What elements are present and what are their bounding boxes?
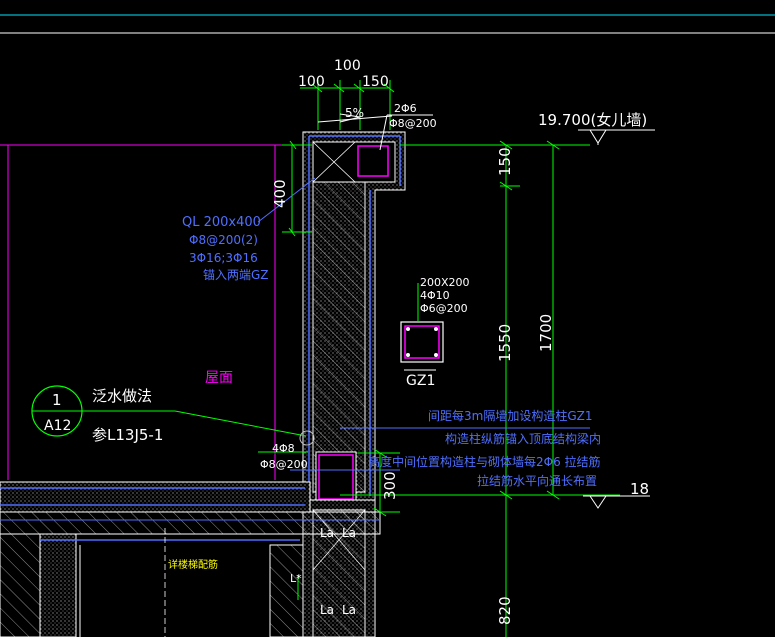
waterproof-ref: 参L13J5-1 — [92, 426, 163, 444]
dim-top-100b: 100 — [334, 58, 361, 74]
la-d: La — [342, 603, 356, 617]
dim-1700: 1700 — [537, 314, 555, 352]
dim-top-100a: 100 — [298, 74, 325, 90]
cad-canvas[interactable]: 100 100 150 5% 2Φ6 Φ8@200 19.700(女儿墙) 18… — [0, 0, 775, 637]
cad-drawing: 100 100 150 5% 2Φ6 Φ8@200 19.700(女儿墙) 18… — [0, 14, 775, 637]
note-line1: 间距每3m隔墙加设构造柱GZ1 — [428, 408, 592, 423]
ql-line3: 3Φ16;3Φ16 — [189, 251, 258, 265]
slope-text: 5% — [345, 106, 364, 120]
callout-number: 1 — [52, 391, 62, 409]
ql-line1: QL 200x400 — [182, 215, 261, 230]
lower-structure — [0, 528, 304, 637]
left-rebar-line2: Φ8@200 — [260, 458, 308, 471]
la-c: La — [320, 603, 334, 617]
elevation-marker-parapet — [578, 129, 655, 145]
note-line4: 拉结筋水平向通长布置 — [477, 473, 597, 488]
waterproof-callout — [31, 385, 315, 446]
gz-line1: 200X200 — [420, 276, 470, 289]
left-rebar-line1: 4Φ8 — [272, 442, 295, 455]
roof-label: 屋面 — [205, 370, 233, 386]
gz-line2: 4Φ10 — [420, 289, 450, 302]
dim-1550: 1550 — [496, 324, 514, 362]
top-rebar-line2: Φ8@200 — [389, 117, 437, 130]
dim-820: 820 — [496, 596, 514, 625]
ql-line4: 锚入两端GZ — [203, 267, 269, 282]
la-b: La — [342, 526, 356, 540]
dim-150: 150 — [496, 147, 514, 176]
l-star: L* — [290, 572, 302, 585]
callout-ref: A12 — [44, 418, 71, 434]
waterproof-title: 泛水做法 — [92, 387, 152, 405]
parapet-wall — [302, 131, 406, 503]
note-line3: 高度中间位置构造柱与砌体墙每2Φ6 拉结筋 — [368, 454, 601, 469]
gz-line3: Φ6@200 — [420, 302, 468, 315]
dim-400: 400 — [271, 179, 289, 208]
top-rebar-line1: 2Φ6 — [394, 102, 417, 115]
elevation-parapet: 19.700(女儿墙) — [538, 111, 647, 129]
gz-label: GZ1 — [406, 373, 435, 389]
elevation-floor: 18 — [630, 480, 649, 498]
dim-300: 300 — [381, 471, 399, 500]
la-a: La — [320, 526, 334, 540]
lower-label: 详楼梯配筋 — [168, 558, 218, 571]
note-line2: 构造柱纵筋锚入顶底结构梁内 — [445, 431, 601, 446]
ql-line2: Φ8@200(2) — [189, 233, 258, 247]
dim-top-150: 150 — [362, 74, 389, 90]
